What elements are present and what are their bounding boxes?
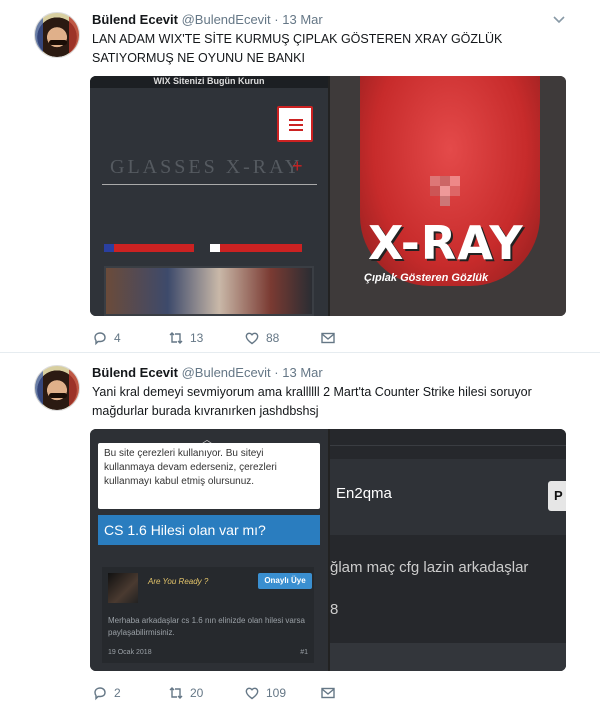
like-count: 109 <box>266 686 287 700</box>
footer-bar <box>330 643 566 671</box>
tweet-text-line: Yani kral demeyi sevmiyorum ama kralllll… <box>92 385 532 399</box>
forum-post: Are You Ready ? Onaylı Üye Merhaba arkad… <box>102 567 314 663</box>
forum-username: Are You Ready ? <box>148 577 209 586</box>
display-name[interactable]: Bülend Ecevit <box>92 12 178 27</box>
pixel-censor <box>430 176 440 186</box>
hamburger-menu-icon <box>277 106 313 142</box>
media-image-left[interactable]: WIX Sitenizi Bugün Kurun GLASSES X-RAY + <box>90 76 328 316</box>
site-title: GLASSES X-RAY <box>110 156 303 178</box>
timestamp[interactable]: 13 Mar <box>282 12 322 27</box>
pixel-censor <box>440 196 450 206</box>
profile-button: P <box>548 481 566 511</box>
xray-logo: X-RAY <box>368 216 524 270</box>
tweet[interactable]: Bülend Ecevit @BulendEcevit · 13 Mar LAN… <box>0 0 600 352</box>
separator-dot: · <box>274 12 279 27</box>
reply-count: 4 <box>114 331 121 345</box>
post-date: 19 Ocak 2018 <box>108 649 152 656</box>
media-image-left[interactable]: ︿ Bu site çerezleri kullanıyor. Bu sitey… <box>90 429 328 671</box>
people-photo <box>104 266 314 316</box>
tweet-text: Yani kral demeyi sevmiyorum ama kralllll… <box>92 383 572 421</box>
direct-message-button[interactable] <box>320 683 336 703</box>
retweet-icon <box>169 687 183 699</box>
post-number: 8 <box>330 601 339 618</box>
display-name[interactable]: Bülend Ecevit <box>92 365 178 380</box>
reply-button[interactable]: 2 <box>92 683 121 703</box>
media-image-right[interactable]: X-RAY Çıplak Gösteren Gözlük <box>330 76 566 316</box>
retweet-button[interactable]: 20 <box>168 683 203 703</box>
avatar[interactable] <box>34 12 80 58</box>
chevron-down-icon[interactable] <box>552 12 566 26</box>
reply-count: 2 <box>114 686 121 700</box>
user-handle[interactable]: @BulendEcevit <box>182 12 271 27</box>
reply-button[interactable]: 4 <box>92 328 121 348</box>
tweet-actions: 2 20 109 <box>92 683 352 703</box>
forum-username: En2qma <box>336 485 392 502</box>
user-handle[interactable]: @BulendEcevit <box>182 365 271 380</box>
pixel-censor <box>440 186 450 196</box>
like-icon <box>245 332 259 345</box>
separator-dot: · <box>274 365 279 380</box>
pixel-censor <box>450 186 460 196</box>
tweet-media[interactable]: ︿ Bu site çerezleri kullanıyor. Bu sitey… <box>90 429 566 671</box>
like-count: 88 <box>266 331 280 345</box>
media-image-right[interactable]: En2qma P ğlam maç cfg lazin arkadaşlar 8 <box>330 429 566 671</box>
pixel-censor <box>430 186 440 196</box>
language-flags <box>210 244 302 252</box>
forum-avatar <box>108 573 138 603</box>
reply-icon <box>94 332 106 346</box>
tweet-text-line: SATIYORMUŞ NE OYUNU NE BANKI <box>92 51 305 65</box>
retweet-count: 13 <box>190 331 204 345</box>
tweet-media[interactable]: WIX Sitenizi Bugün Kurun GLASSES X-RAY +… <box>90 76 566 316</box>
tweet-header: Bülend Ecevit @BulendEcevit · 13 Mar <box>92 12 323 27</box>
forum-message: Merhaba arkadaşlar cs 1.6 nın elinizde o… <box>108 616 305 637</box>
message-icon <box>321 332 335 344</box>
tweet-header: Bülend Ecevit @BulendEcevit · 13 Mar <box>92 365 323 380</box>
cookie-notice: Bu site çerezleri kullanıyor. Bu siteyi … <box>98 443 320 509</box>
message-icon <box>321 687 335 699</box>
like-button[interactable]: 109 <box>244 683 286 703</box>
thread-title: CS 1.6 Hilesi olan var mı? <box>98 515 320 545</box>
avatar[interactable] <box>34 365 80 411</box>
verified-member-badge: Onaylı Üye <box>258 573 312 589</box>
pixel-censor <box>440 176 450 186</box>
pixel-censor <box>450 176 460 186</box>
tweet-text-line: mağdurlar burada kıvranırken jashdbshsj <box>92 404 319 418</box>
tweet[interactable]: Bülend Ecevit @BulendEcevit · 13 Mar Yan… <box>0 352 600 714</box>
retweet-button[interactable]: 13 <box>168 328 203 348</box>
timestamp[interactable]: 13 Mar <box>282 365 322 380</box>
reply-icon <box>94 687 106 701</box>
post-number: #1 <box>300 649 308 656</box>
plus-icon: + <box>292 156 303 176</box>
like-button[interactable]: 88 <box>244 328 279 348</box>
wix-banner: WIX Sitenizi Bugün Kurun <box>90 76 328 88</box>
retweet-count: 20 <box>190 686 204 700</box>
tweet-actions: 4 13 88 <box>92 328 352 348</box>
retweet-icon <box>169 332 183 344</box>
like-icon <box>245 687 259 700</box>
tweet-text-line: LAN ADAM WIX'TE SİTE KURMUŞ ÇIPLAK GÖSTE… <box>92 32 503 46</box>
tweet-text: LAN ADAM WIX'TE SİTE KURMUŞ ÇIPLAK GÖSTE… <box>92 30 572 68</box>
divider <box>330 445 566 446</box>
forum-message: ğlam maç cfg lazin arkadaşlar <box>330 559 529 576</box>
divider <box>102 184 317 185</box>
direct-message-button[interactable] <box>320 328 336 348</box>
language-flags <box>104 244 194 252</box>
xray-subtitle: Çıplak Gösteren Gözlük <box>364 272 489 284</box>
